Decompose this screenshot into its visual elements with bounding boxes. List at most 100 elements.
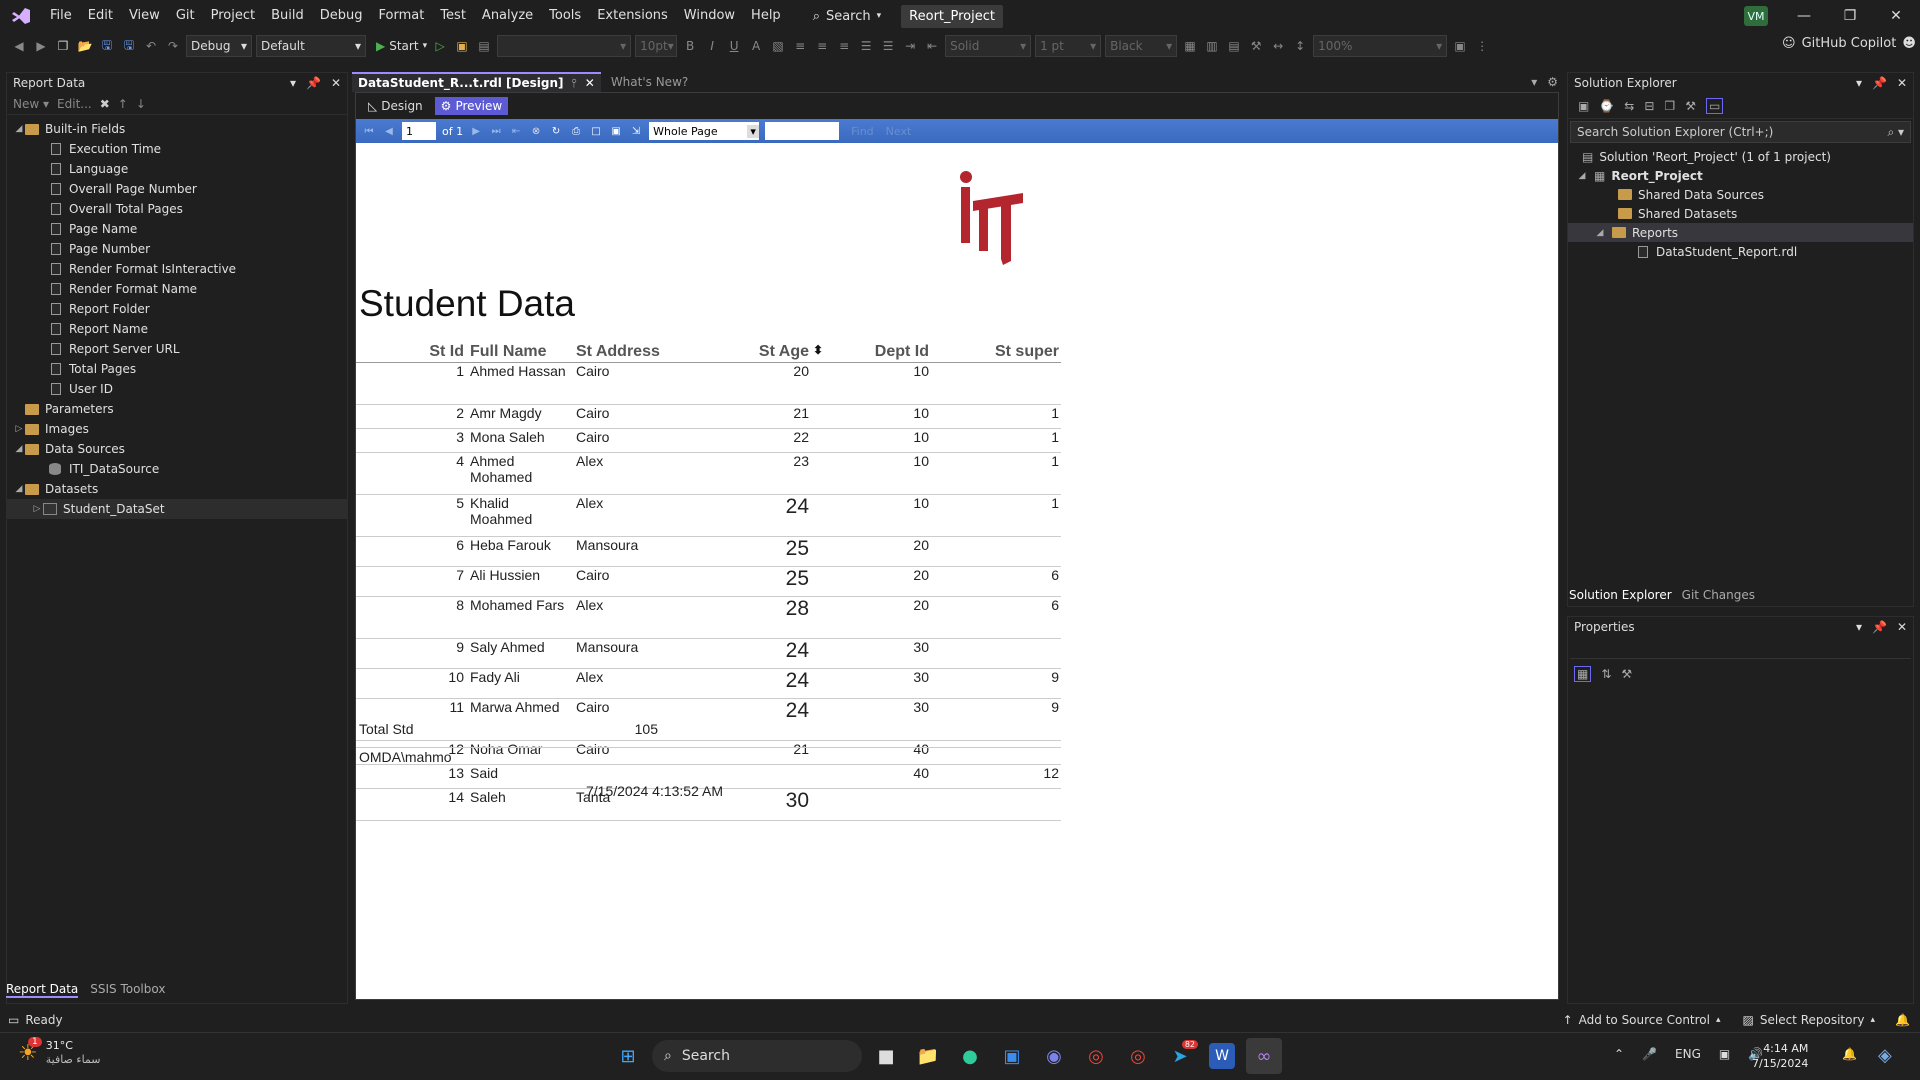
properties-object-dropdown[interactable] [1570,639,1911,659]
new-button[interactable]: New ▾ [13,97,49,111]
microphone-icon[interactable]: 🎤 [1642,1047,1657,1061]
select-repository-button[interactable]: ▨ Select Repository ▴ [1743,1013,1876,1027]
page-number-input[interactable]: 1 [402,122,436,140]
expand-down-icon[interactable]: ◢ [13,444,25,454]
collapse-all-icon[interactable]: ⊟ [1644,99,1654,113]
tree-data-sources[interactable]: ◢ Data Sources [7,439,347,459]
expand-right-icon[interactable]: ▷ [31,504,43,514]
expand-down-icon[interactable]: ◢ [1576,171,1588,181]
undo-icon[interactable]: ↶ [142,37,160,55]
column-header-sortable[interactable]: St Age ⬍ [699,343,823,362]
tab-report-design[interactable]: DataStudent_R...t.rdl [Design] ⫯ ✕ [352,72,601,92]
switch-views-icon[interactable]: ▣ [1578,99,1589,113]
sort-icon[interactable]: ⬍ [813,343,823,357]
copilot-taskbar-icon[interactable]: ◈ [1878,1045,1892,1066]
zoom-mode-dropdown[interactable]: Whole Page ▾ [649,122,760,140]
overflow-icon[interactable]: ⋮ [1473,37,1491,55]
align-center-icon[interactable]: ≡ [813,37,831,55]
tree-field[interactable]: Render Format Name [7,279,347,299]
save-all-icon[interactable]: 🖫 [120,37,138,55]
tree-shared-datasets[interactable]: Shared Datasets [1568,204,1913,223]
edit-button[interactable]: Edit... [57,97,92,111]
tree-built-in-fields[interactable]: ◢ Built-in Fields [7,119,347,139]
print-layout-icon[interactable]: □ [589,124,603,138]
tab-design[interactable]: ◺ Design [362,97,429,115]
tree-reports[interactable]: ◢ Reports [1568,223,1913,242]
tree-field[interactable]: Execution Time [7,139,347,159]
menu-analyze[interactable]: Analyze [474,0,541,32]
align-right-icon[interactable]: ≡ [835,37,853,55]
next-page-icon[interactable]: ▶ [469,124,483,138]
underline-icon[interactable]: U [725,37,743,55]
borders-icon[interactable]: ▦ [1181,37,1199,55]
move-down-icon[interactable]: ↓ [136,97,146,111]
numbering-icon[interactable]: ☰ [879,37,897,55]
preview-selected-icon[interactable]: ▭ [1705,97,1724,114]
menu-view[interactable]: View [121,0,168,32]
save-icon[interactable]: 🖫 [98,37,116,55]
word-icon[interactable]: W [1209,1043,1235,1069]
clock[interactable]: 4:14 AM 7/15/2024 [1752,1041,1808,1071]
tree-field[interactable]: Page Name [7,219,347,239]
restore-button[interactable]: ❐ [1828,0,1872,32]
settings-icon[interactable]: ⚙ [1547,75,1558,89]
close-icon[interactable]: ✕ [1897,620,1907,634]
spacing-icon[interactable]: ↕ [1291,37,1309,55]
notifications-icon[interactable]: 🔔 [1895,1013,1910,1027]
store-icon[interactable]: ▣ [994,1038,1030,1074]
menu-help[interactable]: Help [743,0,789,32]
start-without-debugging-icon[interactable]: ▷ [431,37,449,55]
page-setup-icon[interactable]: ▣ [609,124,623,138]
menu-tools[interactable]: Tools [541,0,589,32]
tree-field[interactable]: Report Name [7,319,347,339]
visual-studio-logo-icon[interactable] [10,5,32,27]
properties-wrench-icon[interactable]: ⚒ [1685,99,1696,113]
export-icon[interactable]: ⇲ [629,124,643,138]
align-icon[interactable]: ▤ [1225,37,1243,55]
border-style-dropdown[interactable]: Solid ▾ [945,35,1032,57]
file-explorer-icon[interactable]: 📁 [910,1038,946,1074]
tree-student-dataset[interactable]: ▷ Student_DataSet [7,499,347,519]
tree-field[interactable]: Page Number [7,239,347,259]
expand-down-icon[interactable]: ◢ [1594,228,1606,238]
close-icon[interactable]: ✕ [1897,76,1907,90]
refresh-icon[interactable]: ↻ [549,124,563,138]
tab-whats-new[interactable]: What's New? [601,75,698,89]
start-button[interactable]: ▶ Start ▾ [376,39,427,53]
properties-icon[interactable]: ⚒ [1247,37,1265,55]
tree-iti-datasource[interactable]: ITI_DataSource [7,459,347,479]
align-left-icon[interactable]: ≡ [791,37,809,55]
pin-icon[interactable]: ⫯ [572,76,577,91]
forward-icon[interactable]: ▶ [32,37,50,55]
tree-field[interactable]: User ID [7,379,347,399]
solution-search-input[interactable]: Search Solution Explorer (Ctrl+;) ⌕ ▾ [1570,121,1911,143]
visual-studio-taskbar-icon[interactable]: ∞ [1246,1038,1282,1074]
tree-field[interactable]: Language [7,159,347,179]
back-to-parent-icon[interactable]: ⇤ [509,124,523,138]
font-size-dropdown[interactable]: 10pt ▾ [635,35,678,57]
tab-preview[interactable]: ⚙ Preview [434,97,509,115]
background-icon[interactable]: ▥ [1203,37,1221,55]
menu-format[interactable]: Format [371,0,433,32]
next-button[interactable]: Next [886,125,912,138]
chrome-icon[interactable]: ◎ [1078,1038,1114,1074]
alphabetical-icon[interactable]: ⇅ [1601,667,1611,681]
output-icon[interactable]: ▭ [8,1013,19,1027]
menu-build[interactable]: Build [263,0,312,32]
menu-file[interactable]: File [42,0,80,32]
close-icon[interactable]: ✕ [331,76,341,90]
report-build-icon[interactable]: ▣ [453,37,471,55]
menu-test[interactable]: Test [432,0,474,32]
taskbar-search[interactable]: ⌕ Search [652,1040,862,1072]
tree-datasets[interactable]: ◢ Datasets [7,479,347,499]
chevron-down-icon[interactable]: ▾ [1856,620,1862,634]
pin-icon[interactable]: 📌 [1872,620,1887,634]
tab-list-icon[interactable]: ▾ [1531,75,1537,89]
open-folder-icon[interactable]: 📂 [76,37,94,55]
tray-overflow-icon[interactable]: ⌃ [1614,1047,1624,1061]
pin-icon[interactable]: 📌 [1872,76,1887,90]
last-page-icon[interactable]: ⏭ [489,124,503,138]
tab-git-changes[interactable]: Git Changes [1682,588,1755,602]
indent-icon[interactable]: ⇥ [901,37,919,55]
configuration-dropdown[interactable]: Debug ▾ [186,35,252,57]
